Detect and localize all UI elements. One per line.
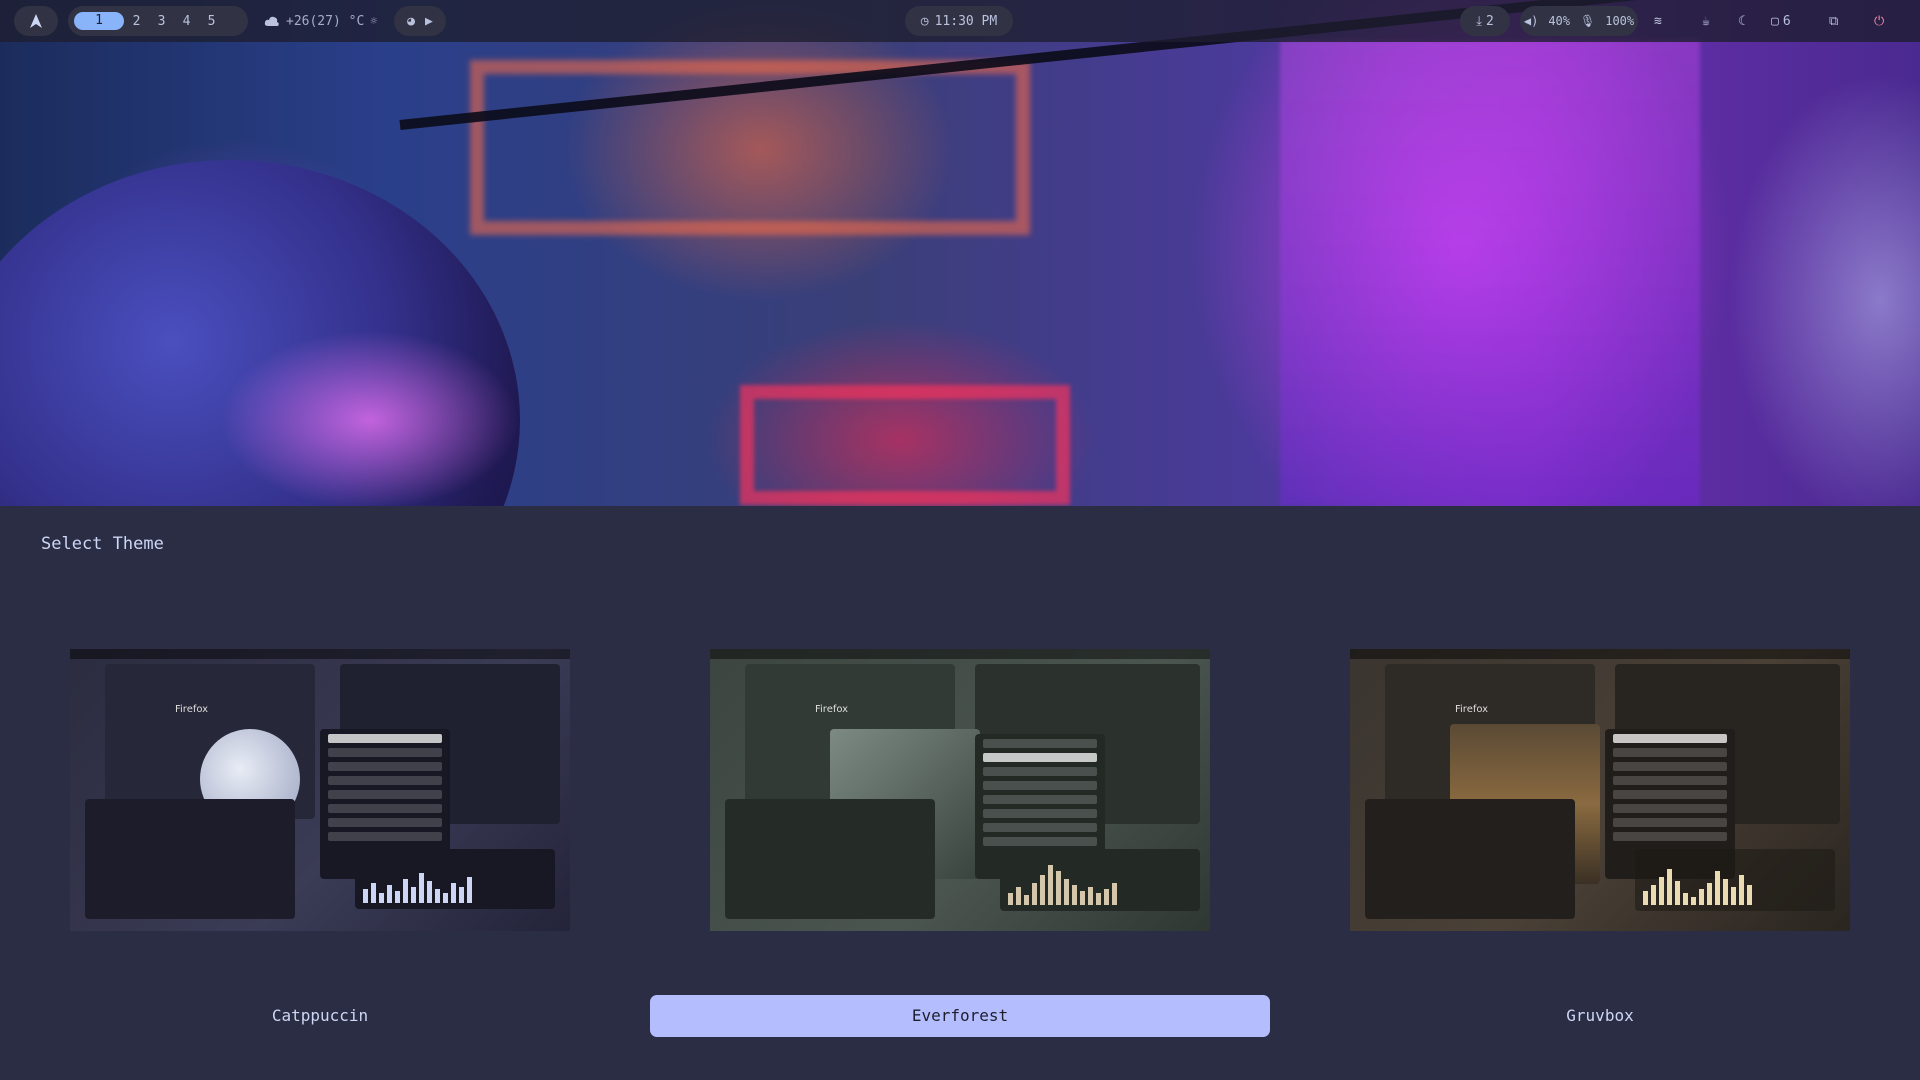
media-controls: ◕ ▶ xyxy=(394,6,446,36)
clipboard-count: 6 xyxy=(1782,13,1791,29)
workspace-4[interactable]: 4 xyxy=(174,14,199,29)
preview-visualizer xyxy=(1000,849,1200,911)
preview-bar xyxy=(710,649,1210,659)
theme-preview-everforest[interactable]: Firefox xyxy=(710,649,1210,931)
downloads-indicator[interactable]: ⤓ 2 xyxy=(1460,6,1510,36)
volume-icon: ◀) xyxy=(1523,14,1539,28)
preview-app-label: Firefox xyxy=(815,704,849,715)
mic-level: 100% xyxy=(1605,14,1635,28)
preview-app-label: Firefox xyxy=(175,704,209,715)
audio-controls[interactable]: ◀) 40% 🎙︎ 100% xyxy=(1520,6,1638,36)
workspace-5[interactable]: 5 xyxy=(199,14,224,29)
workspace-3[interactable]: 3 xyxy=(149,14,174,29)
wallpaper-neon-panel xyxy=(1280,40,1700,506)
arch-logo-icon xyxy=(30,14,42,28)
preview-terminal-window xyxy=(725,799,935,919)
layers-icon[interactable]: ≋ xyxy=(1654,6,1662,36)
play-icon[interactable]: ▶ xyxy=(425,14,433,29)
preview-visualizer xyxy=(1635,849,1835,911)
sun-icon: ☼ xyxy=(370,14,378,28)
preview-app-label: Firefox xyxy=(1455,704,1489,715)
microphone-icon: 🎙︎ xyxy=(1580,14,1596,28)
volume-level: 40% xyxy=(1548,14,1570,28)
wallpaper xyxy=(0,0,1920,506)
workspace-switcher: 1 2 3 4 5 xyxy=(68,6,248,36)
theme-option-everforest[interactable]: Everforest xyxy=(650,995,1270,1037)
clipboard-indicator[interactable]: ▢ 6 xyxy=(1771,6,1791,36)
page-title: Select Theme xyxy=(41,534,164,554)
night-mode-icon[interactable]: ☾ xyxy=(1738,6,1746,36)
coffee-icon[interactable]: ☕︎ xyxy=(1702,6,1710,36)
music-disc-icon[interactable]: ◕ xyxy=(407,14,415,29)
wallpaper-neon-sign-lower xyxy=(740,385,1070,505)
top-bar: 1 2 3 4 5 +26(27) °C ☼ ◕ ▶ ◷ 11:30 PM ⤓ … xyxy=(0,0,1920,42)
weather-temperature: +26(27) °C xyxy=(286,13,365,29)
preview-visualizer xyxy=(355,849,555,909)
theme-option-gruvbox[interactable]: Gruvbox xyxy=(1290,995,1910,1037)
power-icon[interactable]: ⏻ xyxy=(1874,6,1884,36)
preview-bar xyxy=(1350,649,1850,659)
theme-preview-gruvbox[interactable]: Firefox xyxy=(1350,649,1850,931)
clock-icon: ◷ xyxy=(920,13,929,29)
downloads-count: 2 xyxy=(1485,13,1494,29)
cloud-icon xyxy=(264,16,279,26)
clipboard-icon: ▢ xyxy=(1771,13,1779,29)
window-switcher-icon[interactable]: ⧉ xyxy=(1829,6,1838,36)
launcher-button[interactable] xyxy=(14,6,58,36)
workspace-2[interactable]: 2 xyxy=(124,14,149,29)
wallpaper-glow xyxy=(220,330,520,506)
preview-bar xyxy=(70,649,570,659)
preview-terminal-window xyxy=(1365,799,1575,919)
weather-widget[interactable]: +26(27) °C ☼ xyxy=(264,6,378,36)
theme-preview-catppuccin[interactable]: Firefox xyxy=(70,649,570,931)
preview-terminal-window xyxy=(85,799,295,919)
workspace-1[interactable]: 1 xyxy=(74,12,124,30)
clock-time: 11:30 PM xyxy=(934,13,998,29)
clock[interactable]: ◷ 11:30 PM xyxy=(905,6,1013,36)
download-icon: ⤓ xyxy=(1476,13,1482,29)
theme-option-catppuccin[interactable]: Catppuccin xyxy=(10,995,630,1037)
